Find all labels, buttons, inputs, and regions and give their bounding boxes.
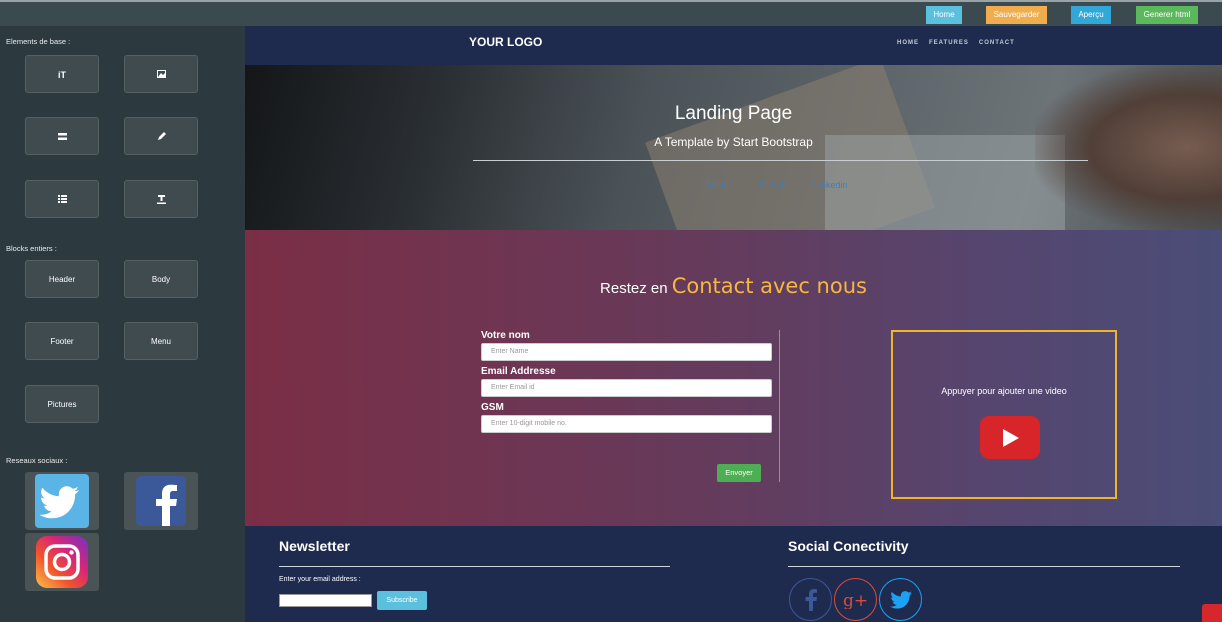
hero-link-github[interactable]: Github (760, 180, 787, 190)
name-label: Votre nom (481, 330, 530, 341)
list-icon (57, 195, 67, 203)
pencil-icon (157, 131, 166, 140)
text-size-icon: iT (58, 70, 67, 79)
google-plus-link[interactable]: g+ (834, 578, 877, 621)
divider-tool[interactable] (25, 117, 99, 155)
header-block[interactable]: Header (25, 260, 99, 298)
pencil-tool[interactable] (124, 117, 198, 155)
contact-section: Restez en Contact avec nous Votre nom En… (245, 230, 1222, 526)
base-elements-title: Elements de base : (6, 37, 71, 46)
subscribe-button[interactable]: Subscribe (377, 591, 427, 610)
footer-block-label: Footer (50, 336, 74, 346)
email-field[interactable]: Enter Email id (481, 379, 772, 397)
list-tool[interactable] (25, 180, 99, 218)
hero-title: Landing Page (674, 103, 793, 124)
email-label: Email Addresse (481, 366, 556, 377)
preview-button[interactable]: Aperçu (1071, 6, 1111, 24)
text-size-tool[interactable]: iT (25, 55, 99, 93)
contact-form: Votre nom Enter Name Email Addresse Ente… (481, 330, 773, 482)
page-canvas: YOUR LOGO HOME FEATURES CONTACT Landing … (245, 26, 1222, 622)
svg-text:g+: g+ (843, 591, 868, 609)
social-rule (788, 566, 1180, 567)
form-divider (779, 330, 780, 482)
instagram-block[interactable] (25, 533, 99, 591)
header-block-label: Header (48, 274, 76, 284)
menu-block[interactable]: Menu (124, 322, 198, 360)
newsletter-rule (279, 566, 670, 567)
social-connectivity-title: Social Conectivity (788, 538, 909, 554)
text-underline-tool[interactable] (124, 180, 198, 218)
save-button[interactable]: Sauvegarder (986, 6, 1047, 24)
hero-bg-paper (825, 135, 1065, 230)
site-navbar: YOUR LOGO HOME FEATURES CONTACT (245, 26, 1222, 65)
twitter-link[interactable] (879, 578, 922, 621)
menu-block-label: Menu (150, 336, 171, 346)
nav-link-home[interactable]: HOME (897, 40, 919, 46)
body-block-label: Body (151, 274, 171, 284)
twitter-block[interactable] (25, 472, 99, 530)
pictures-block-label: Pictures (47, 399, 77, 409)
footer-block[interactable]: Footer (25, 322, 99, 360)
google-plus-icon: g+ (843, 591, 868, 609)
phone-field[interactable]: Enter 10-digit mobile no. (481, 415, 772, 433)
image-icon (156, 70, 166, 78)
image-tool[interactable] (124, 55, 198, 93)
video-placeholder[interactable]: Appuyer pour ajouter une video (891, 330, 1117, 499)
instagram-icon (36, 536, 88, 588)
newsletter-email-input[interactable] (279, 594, 372, 607)
site-footer: Newsletter Enter your email address : Su… (245, 526, 1222, 622)
phone-label: GSM (481, 402, 504, 413)
facebook-link[interactable] (789, 578, 832, 621)
name-field[interactable]: Enter Name (481, 343, 772, 361)
pictures-block[interactable]: Pictures (25, 385, 99, 423)
contact-heading-prefix: Restez en (600, 280, 668, 297)
sidebar: Elements de base : iT Blocks entiers : H… (0, 26, 245, 622)
top-toolbar: Home Sauvegarder Aperçu Generer html (0, 0, 1222, 26)
blocks-title: Blocks entiers : (6, 244, 57, 253)
twitter-icon (35, 474, 89, 528)
social-title: Reseaux sociaux : (6, 456, 68, 465)
hero-link-linkedin[interactable]: Linkedin (814, 180, 848, 190)
newsletter-email-label: Enter your email address : (279, 576, 361, 583)
contact-heading-highlight: Contact avec nous (671, 274, 867, 298)
nav-links: HOME FEATURES CONTACT (897, 40, 1015, 46)
site-logo[interactable]: YOUR LOGO (469, 35, 542, 49)
nav-link-contact[interactable]: CONTACT (979, 40, 1015, 46)
facebook-icon (805, 588, 817, 611)
text-underline-icon (156, 194, 166, 204)
send-button[interactable]: Envoyer (717, 464, 761, 482)
app-badge-icon (1202, 604, 1222, 622)
facebook-block[interactable] (124, 472, 198, 530)
divider-icon (57, 132, 67, 140)
hero-link-twitter[interactable]: Twitter (705, 180, 732, 190)
hero-section: Landing Page A Template by Start Bootstr… (245, 65, 1222, 230)
body-block[interactable]: Body (124, 260, 198, 298)
hero-links: Twitter Github Linkedin (705, 180, 848, 190)
hero-subtitle: A Template by Start Bootstrap (654, 135, 813, 149)
contact-heading: Restez en Contact avec nous (245, 274, 1222, 298)
video-placeholder-text: Appuyer pour ajouter une video (941, 386, 1067, 396)
newsletter-title: Newsletter (279, 538, 350, 554)
twitter-icon (889, 590, 912, 609)
svg-text:iT: iT (58, 70, 67, 79)
generate-html-button[interactable]: Generer html (1136, 6, 1198, 24)
play-icon[interactable] (980, 416, 1040, 459)
hero-divider (473, 160, 1088, 161)
home-button[interactable]: Home (926, 6, 962, 24)
facebook-icon (136, 476, 186, 526)
nav-link-features[interactable]: FEATURES (929, 40, 969, 46)
